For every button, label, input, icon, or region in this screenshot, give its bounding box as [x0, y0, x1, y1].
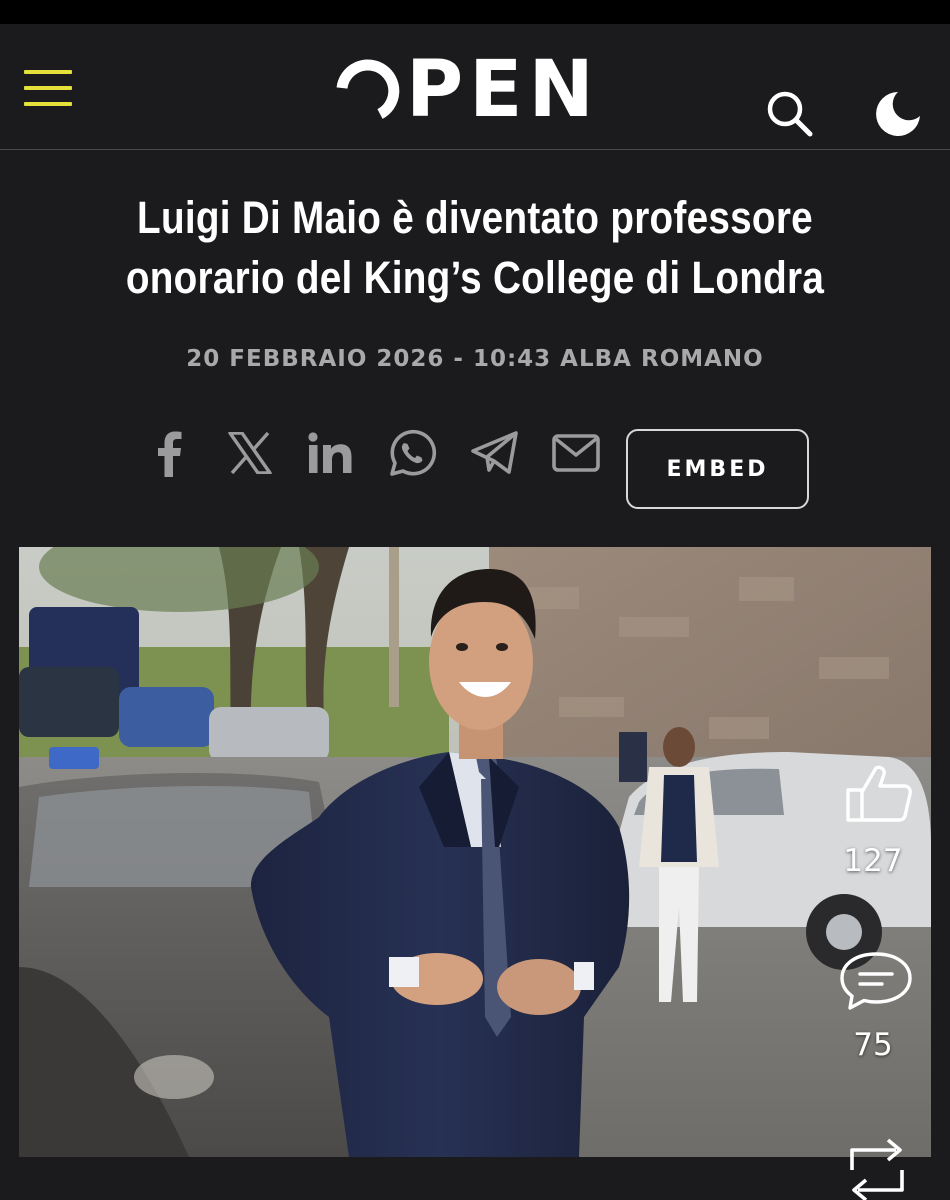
- article-page: PEN Luigi Di Maio è diventato professore…: [0, 24, 950, 1200]
- article-photo: [19, 547, 931, 1157]
- x-icon[interactable]: [226, 428, 274, 478]
- embed-button[interactable]: EMBED: [626, 429, 809, 509]
- facebook-icon[interactable]: [150, 428, 190, 478]
- thumbs-up-icon: [846, 765, 912, 822]
- status-bar: [0, 0, 950, 24]
- repost-button[interactable]: [830, 1134, 916, 1200]
- site-header: PEN: [0, 24, 950, 149]
- moon-icon[interactable]: [868, 86, 924, 142]
- logo-o-mark: [336, 59, 400, 119]
- like-count: 127: [843, 843, 903, 879]
- whatsapp-icon[interactable]: [386, 428, 438, 478]
- header-divider: [0, 149, 950, 150]
- article-meta: 20 FEBBRAIO 2026 - 10:43 ALBA ROMANO: [186, 346, 764, 372]
- comment-button[interactable]: 75: [830, 950, 916, 1063]
- share-bar: EMBED: [0, 404, 950, 509]
- search-icon[interactable]: [764, 88, 816, 140]
- comment-count: 75: [853, 1027, 893, 1063]
- repost-icon: [850, 1138, 904, 1200]
- site-logo[interactable]: PEN: [330, 50, 600, 130]
- email-icon[interactable]: [552, 428, 600, 478]
- logo-text: PEN: [406, 45, 600, 135]
- hamburger-menu-icon[interactable]: [24, 70, 74, 108]
- article-photo-illustration: [19, 547, 931, 1157]
- like-button[interactable]: 127: [830, 764, 916, 879]
- linkedin-icon[interactable]: [306, 428, 356, 478]
- comment-icon: [839, 952, 912, 1010]
- telegram-icon[interactable]: [470, 428, 520, 478]
- article-title: Luigi Di Maio è diventato professore ono…: [125, 192, 825, 303]
